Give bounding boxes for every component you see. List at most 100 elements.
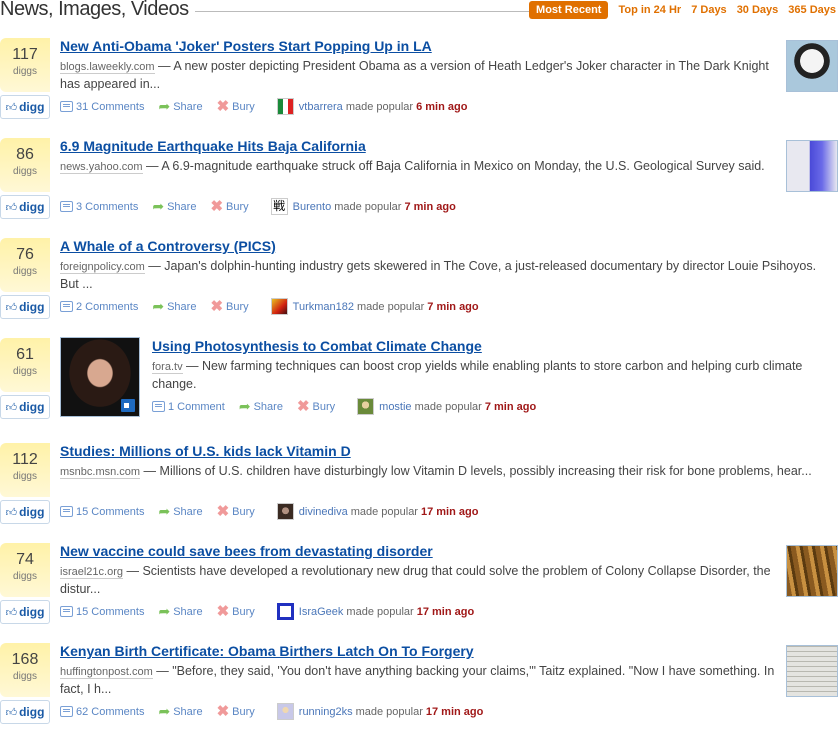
story-source-link[interactable]: fora.tv [152, 361, 183, 374]
story-video-thumbnail[interactable] [60, 337, 140, 417]
user-avatar[interactable] [276, 503, 294, 520]
digg-count: 86 [16, 146, 34, 163]
share-link[interactable]: ➦ Share [152, 299, 197, 313]
digg-button[interactable]: 👍︎ digg [0, 295, 50, 319]
user-avatar[interactable] [276, 603, 294, 620]
story-source-link[interactable]: foreignpolicy.com [60, 261, 145, 274]
share-link[interactable]: ➦ Share [158, 99, 202, 113]
username-link[interactable]: mostie [379, 401, 411, 413]
story-summary: Japan's dolphin-hunting industry gets sk… [60, 259, 817, 291]
digg-button-label: digg [19, 400, 45, 414]
user-avatar[interactable] [276, 98, 294, 115]
story-source-link[interactable]: msnbc.msn.com [60, 466, 141, 479]
digg-button[interactable]: 👍︎ digg [0, 600, 50, 624]
bury-link[interactable]: ✖ Bury [210, 298, 248, 315]
digg-button[interactable]: 👍︎ digg [0, 700, 50, 724]
username-link[interactable]: Turkman182 [293, 301, 354, 313]
digg-button[interactable]: 👍︎ digg [0, 95, 50, 119]
user-avatar[interactable]: 戦 [270, 198, 288, 215]
made-popular-text: made popular [334, 200, 402, 213]
story-thumbnail[interactable] [786, 140, 838, 192]
time-ago: 6 min ago [416, 100, 468, 113]
story-thumbnail[interactable] [786, 645, 838, 697]
username-link[interactable]: running2ks [299, 706, 353, 718]
filter-top-24hr[interactable]: Top in 24 Hr [618, 1, 681, 19]
story-description: news.yahoo.com — A 6.9-magnitude earthqu… [60, 158, 775, 176]
share-link[interactable]: ➦ Share [158, 704, 202, 718]
story-source-link[interactable]: blogs.laweekly.com [60, 61, 155, 74]
made-popular-text: made popular [355, 705, 423, 718]
made-popular-text: made popular [357, 300, 425, 313]
comments-link[interactable]: 1 Comment [152, 401, 225, 413]
story-source-link[interactable]: huffingtonpost.com [60, 666, 153, 679]
story-content: Studies: Millions of U.S. kids lack Vita… [60, 442, 835, 481]
bury-link[interactable]: ✖ Bury [216, 503, 255, 520]
digg-button[interactable]: 👍︎ digg [0, 195, 50, 219]
bury-link[interactable]: ✖ Bury [217, 99, 255, 114]
story-title-link[interactable]: Studies: Millions of U.S. kids lack Vita… [60, 442, 835, 460]
story-title-link[interactable]: A Whale of a Controversy (PICS) [60, 237, 835, 255]
comments-label: 62 Comments [76, 705, 145, 718]
comments-link[interactable]: 15 Comments [60, 606, 144, 618]
bury-x-icon: ✖ [210, 298, 224, 315]
thumbs-up-icon: 👍︎ [5, 607, 18, 619]
story-summary: New farming techniques can boost crop yi… [152, 359, 803, 391]
filter-365-days[interactable]: 365 Days [788, 1, 836, 19]
separator: — [142, 159, 162, 173]
story-item: 76 diggs 👍︎ digg A Whale of a Controversy… [0, 232, 840, 332]
time-filter-tabs: Most Recent Top in 24 Hr 7 Days 30 Days … [529, 1, 836, 19]
bury-link[interactable]: ✖ Bury [210, 199, 248, 214]
story-thumbnail[interactable] [786, 40, 838, 92]
story-title-link[interactable]: Kenyan Birth Certificate: Obama Birthers… [60, 642, 775, 660]
username-link[interactable]: divinediva [299, 506, 348, 518]
bury-x-icon: ✖ [216, 503, 230, 520]
share-label: Share [173, 605, 203, 618]
user-avatar[interactable] [276, 703, 294, 720]
story-item: 61 diggs 👍︎ digg Using Photosynthesis to … [0, 332, 840, 432]
filter-7-days[interactable]: 7 Days [691, 1, 726, 19]
story-thumbnail[interactable] [786, 545, 838, 597]
comments-link[interactable]: 2 Comments [60, 301, 138, 313]
bury-link[interactable]: ✖ Bury [297, 399, 335, 414]
comments-link[interactable]: 3 Comments [60, 201, 138, 213]
username-link[interactable]: Burento [293, 201, 332, 213]
story-source-link[interactable]: israel21c.org [60, 566, 123, 579]
story-actions: 15 Comments ➦ Share ✖ Bury divinediva made… [60, 503, 478, 520]
share-link[interactable]: ➦ Share [158, 604, 203, 618]
comments-link[interactable]: 15 Comments [60, 506, 144, 518]
filter-most-recent[interactable]: Most Recent [529, 1, 609, 19]
digg-count: 74 [16, 551, 34, 568]
story-description: huffingtonpost.com — "Before, they said,… [60, 663, 775, 698]
comments-link[interactable]: 31 Comments [60, 101, 144, 113]
share-link[interactable]: ➦ Share [158, 504, 202, 518]
story-title-link[interactable]: Using Photosynthesis to Combat Climate C… [152, 337, 832, 355]
digg-button[interactable]: 👍︎ digg [0, 395, 50, 419]
bury-link[interactable]: ✖ Bury [217, 604, 255, 619]
username-link[interactable]: IsraGeek [299, 606, 344, 618]
share-link[interactable]: ➦ Share [152, 199, 196, 213]
username-link[interactable]: vtbarrera [299, 101, 343, 113]
thumbs-up-icon: 👍︎ [5, 402, 18, 414]
share-label: Share [167, 300, 197, 313]
story-title-link[interactable]: New vaccine could save bees from devasta… [60, 542, 775, 560]
user-avatar[interactable] [270, 298, 288, 315]
digg-count-label: diggs [13, 571, 37, 582]
thumbs-up-icon: 👍︎ [5, 707, 18, 719]
digg-button[interactable]: 👍︎ digg [0, 500, 50, 524]
story-title-link[interactable]: New Anti-Obama 'Joker' Posters Start Pop… [60, 37, 775, 55]
story-item: 168 diggs 👍︎ digg Kenyan Birth Certificat… [0, 637, 840, 737]
story-title-link[interactable]: 6.9 Magnitude Earthquake Hits Baja Calif… [60, 137, 775, 155]
share-link[interactable]: ➦ Share [239, 399, 283, 413]
time-ago: 17 min ago [416, 605, 475, 618]
user-avatar[interactable] [357, 398, 375, 415]
made-popular-text: made popular [345, 100, 414, 113]
bury-label: Bury [232, 505, 255, 518]
bury-label: Bury [232, 705, 255, 718]
bury-link[interactable]: ✖ Bury [217, 704, 255, 719]
comments-link[interactable]: 62 Comments [60, 706, 144, 718]
comments-label: 1 Comment [168, 400, 225, 413]
filter-30-days[interactable]: 30 Days [737, 1, 779, 19]
story-source-link[interactable]: news.yahoo.com [60, 161, 143, 174]
story-actions: 1 Comment ➦ Share ✖ Bury mostie made popul… [152, 398, 536, 415]
separator: — [144, 259, 165, 273]
